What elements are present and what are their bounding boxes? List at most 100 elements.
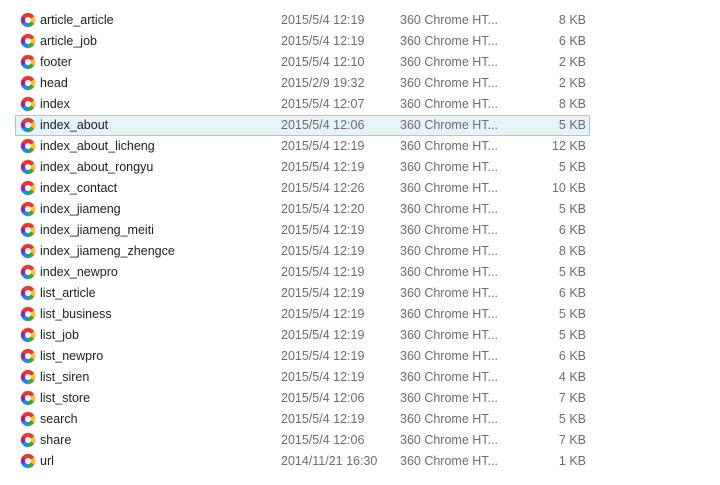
file-row[interactable]: article_job 2015/5/4 12:19 360 Chrome HT..…	[0, 31, 720, 52]
file-name: list_job	[40, 328, 79, 342]
browser-html-file-icon	[21, 139, 35, 153]
file-date-modified: 2015/5/4 12:06	[281, 118, 365, 132]
file-row[interactable]: index_contact 2015/5/4 12:26 360 Chrome HT…	[0, 178, 720, 199]
file-date-modified: 2015/5/4 12:19	[281, 349, 365, 363]
file-date-modified: 2015/5/4 12:19	[281, 223, 365, 237]
file-type: 360 Chrome HT...	[400, 97, 498, 111]
file-name: index_jiameng_meiti	[40, 223, 154, 237]
file-size: 12 KB	[551, 139, 586, 153]
file-type: 360 Chrome HT...	[400, 118, 498, 132]
file-type: 360 Chrome HT...	[400, 286, 498, 300]
file-size: 7 KB	[558, 433, 586, 447]
file-type: 360 Chrome HT...	[400, 13, 498, 27]
file-row[interactable]: index_jiameng_zhengce 2015/5/4 12:19 360 C…	[0, 241, 720, 262]
file-size: 6 KB	[558, 286, 586, 300]
file-row[interactable]: index_about_rongyu 2015/5/4 12:19 360 Chro…	[0, 157, 720, 178]
file-name: index_newpro	[40, 265, 118, 279]
file-type: 360 Chrome HT...	[400, 265, 498, 279]
file-size: 1 KB	[558, 454, 586, 468]
file-date-modified: 2015/5/4 12:19	[281, 370, 365, 384]
file-size: 2 KB	[558, 55, 586, 69]
file-name: head	[40, 76, 68, 90]
file-row[interactable]: list_article 2015/5/4 12:19 360 Chrome HT.…	[0, 283, 720, 304]
file-row[interactable]: index_about 2015/5/4 12:06 360 Chrome HT..…	[0, 115, 720, 136]
file-name: list_newpro	[40, 349, 104, 363]
file-name: index_jiameng	[40, 202, 121, 216]
file-row[interactable]: article_article 2015/5/4 12:19 360 Chrome …	[0, 10, 720, 31]
file-date-modified: 2015/5/4 12:20	[281, 202, 365, 216]
file-row[interactable]: list_store 2015/5/4 12:06 360 Chrome HT...…	[0, 388, 720, 409]
browser-html-file-icon	[21, 307, 35, 321]
browser-html-file-icon	[21, 34, 35, 48]
file-row[interactable]: index_jiameng 2015/5/4 12:20 360 Chrome HT…	[0, 199, 720, 220]
browser-html-file-icon	[21, 349, 35, 363]
file-row[interactable]: list_business 2015/5/4 12:19 360 Chrome HT…	[0, 304, 720, 325]
file-name: share	[40, 433, 72, 447]
file-row[interactable]: list_job 2015/5/4 12:19 360 Chrome HT... 5 …	[0, 325, 720, 346]
file-type: 360 Chrome HT...	[400, 139, 498, 153]
file-name: article_job	[40, 34, 97, 48]
browser-html-file-icon	[21, 118, 35, 132]
browser-html-file-icon	[21, 55, 35, 69]
file-row[interactable]: list_siren 2015/5/4 12:19 360 Chrome HT...…	[0, 367, 720, 388]
file-type: 360 Chrome HT...	[400, 412, 498, 426]
file-name: list_store	[40, 391, 91, 405]
file-row[interactable]: index 2015/5/4 12:07 360 Chrome HT... 8 KB	[0, 94, 720, 115]
file-name: index	[40, 97, 70, 111]
file-list: article_article 2015/5/4 12:19 360 Chrome …	[0, 10, 720, 472]
file-size: 7 KB	[558, 391, 586, 405]
file-type: 360 Chrome HT...	[400, 244, 498, 258]
file-type: 360 Chrome HT...	[400, 34, 498, 48]
file-date-modified: 2015/5/4 12:10	[281, 55, 365, 69]
file-size: 2 KB	[558, 76, 586, 90]
file-name: list_siren	[40, 370, 90, 384]
file-size: 5 KB	[558, 412, 586, 426]
file-size: 10 KB	[551, 181, 586, 195]
file-row[interactable]: search 2015/5/4 12:19 360 Chrome HT... 5 KB	[0, 409, 720, 430]
file-row[interactable]: share 2015/5/4 12:06 360 Chrome HT... 7 KB	[0, 430, 720, 451]
file-type: 360 Chrome HT...	[400, 160, 498, 174]
file-date-modified: 2015/5/4 12:19	[281, 139, 365, 153]
file-type: 360 Chrome HT...	[400, 55, 498, 69]
file-row[interactable]: head 2015/2/9 19:32 360 Chrome HT... 2 KB	[0, 73, 720, 94]
file-type: 360 Chrome HT...	[400, 76, 498, 90]
file-size: 5 KB	[558, 307, 586, 321]
file-date-modified: 2015/5/4 12:26	[281, 181, 365, 195]
file-size: 5 KB	[558, 265, 586, 279]
file-type: 360 Chrome HT...	[400, 328, 498, 342]
file-row[interactable]: list_newpro 2015/5/4 12:19 360 Chrome HT..…	[0, 346, 720, 367]
file-row[interactable]: index_about_licheng 2015/5/4 12:19 360 Chr…	[0, 136, 720, 157]
file-row[interactable]: url 2014/11/21 16:30 360 Chrome HT... 1 KB	[0, 451, 720, 472]
file-size: 5 KB	[558, 328, 586, 342]
file-date-modified: 2015/5/4 12:19	[281, 328, 365, 342]
file-date-modified: 2015/5/4 12:19	[281, 34, 365, 48]
file-date-modified: 2015/5/4 12:19	[281, 244, 365, 258]
browser-html-file-icon	[21, 412, 35, 426]
file-type: 360 Chrome HT...	[400, 391, 498, 405]
browser-html-file-icon	[21, 76, 35, 90]
file-size: 6 KB	[558, 349, 586, 363]
file-date-modified: 2015/5/4 12:19	[281, 412, 365, 426]
file-type: 360 Chrome HT...	[400, 349, 498, 363]
file-name: index_about_licheng	[40, 139, 155, 153]
browser-html-file-icon	[21, 13, 35, 27]
file-date-modified: 2015/5/4 12:19	[281, 160, 365, 174]
browser-html-file-icon	[21, 97, 35, 111]
file-date-modified: 2015/5/4 12:07	[281, 97, 365, 111]
browser-html-file-icon	[21, 391, 35, 405]
browser-html-file-icon	[21, 244, 35, 258]
file-name: search	[40, 412, 78, 426]
browser-html-file-icon	[21, 433, 35, 447]
file-size: 5 KB	[558, 202, 586, 216]
browser-html-file-icon	[21, 286, 35, 300]
file-type: 360 Chrome HT...	[400, 202, 498, 216]
file-size: 5 KB	[558, 160, 586, 174]
file-row[interactable]: index_newpro 2015/5/4 12:19 360 Chrome HT.…	[0, 262, 720, 283]
file-type: 360 Chrome HT...	[400, 307, 498, 321]
browser-html-file-icon	[21, 160, 35, 174]
file-date-modified: 2015/5/4 12:06	[281, 391, 365, 405]
file-row[interactable]: footer 2015/5/4 12:10 360 Chrome HT... 2 KB	[0, 52, 720, 73]
file-row[interactable]: index_jiameng_meiti 2015/5/4 12:19 360 Chr…	[0, 220, 720, 241]
file-size: 8 KB	[558, 244, 586, 258]
file-name: list_business	[40, 307, 112, 321]
